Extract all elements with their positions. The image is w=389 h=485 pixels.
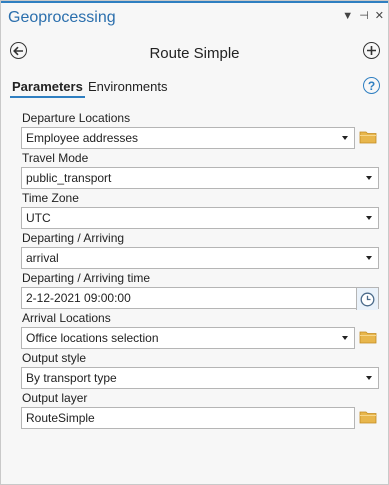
param-label: Travel Mode	[22, 151, 89, 165]
output-style-dropdown[interactable]: By transport type	[21, 367, 379, 389]
field-value: 2-12-2021 09:00:00	[26, 291, 131, 305]
pin-icon[interactable]: ⊣	[359, 9, 369, 23]
plus-icon	[367, 46, 376, 55]
pane-menu-icon[interactable]: ▼	[342, 9, 353, 23]
pane-title: Geoprocessing	[8, 9, 116, 26]
folder-icon[interactable]	[359, 410, 377, 424]
param-departing-arriving-time: Departing / Arriving time 2-12-2021 09:0…	[21, 269, 381, 310]
chevron-down-icon	[342, 336, 348, 340]
departing-arriving-dropdown[interactable]: arrival	[21, 247, 379, 269]
chevron-down-icon	[366, 216, 372, 220]
param-label: Output layer	[22, 391, 88, 405]
tool-name: Route Simple	[149, 45, 240, 62]
param-label: Arrival Locations	[22, 311, 111, 325]
tab-environments[interactable]: Environments	[88, 79, 167, 94]
param-travel-mode: Travel Mode public_transport	[21, 149, 381, 189]
field-value: UTC	[26, 211, 51, 225]
param-arrival-locations: Arrival Locations Office locations selec…	[21, 309, 381, 349]
window-controls: ▼ ⊣ ✕	[342, 9, 384, 23]
help-icon[interactable]: ?	[363, 77, 380, 94]
field-value: arrival	[26, 251, 59, 265]
param-departing-arriving: Departing / Arriving arrival	[21, 229, 381, 269]
param-time-zone: Time Zone UTC	[21, 189, 381, 229]
chevron-down-icon	[366, 256, 372, 260]
field-value: public_transport	[26, 171, 112, 185]
chevron-down-icon	[366, 376, 372, 380]
tab-bar: Parameters Environments ?	[1, 71, 388, 101]
tool-header: Route Simple	[1, 33, 388, 71]
parameters-panel: Departure Locations Employee addresses T…	[21, 109, 381, 429]
param-output-layer: Output layer RouteSimple	[21, 389, 381, 429]
clock-icon	[360, 292, 375, 306]
close-icon[interactable]: ✕	[375, 9, 384, 23]
param-label: Departing / Arriving time	[22, 271, 151, 285]
param-departure-locations: Departure Locations Employee addresses	[21, 109, 381, 149]
field-value: RouteSimple	[26, 411, 95, 425]
param-label: Time Zone	[22, 191, 79, 205]
geoprocessing-pane: Geoprocessing ▼ ⊣ ✕ Route Simple Paramet…	[0, 0, 389, 485]
tab-parameters[interactable]: Parameters	[10, 79, 85, 98]
param-output-style: Output style By transport type	[21, 349, 381, 389]
folder-icon[interactable]	[359, 130, 377, 144]
field-value: By transport type	[26, 371, 117, 385]
output-layer-input[interactable]: RouteSimple	[21, 407, 355, 429]
param-label: Output style	[22, 351, 87, 365]
param-label: Departing / Arriving	[22, 231, 125, 245]
pane-titlebar: Geoprocessing ▼ ⊣ ✕	[1, 3, 388, 33]
date-time-picker-button[interactable]	[356, 288, 378, 310]
travel-mode-dropdown[interactable]: public_transport	[21, 167, 379, 189]
time-zone-dropdown[interactable]: UTC	[21, 207, 379, 229]
departure-locations-dropdown[interactable]: Employee addresses	[21, 127, 355, 149]
add-button[interactable]	[363, 42, 380, 59]
folder-icon[interactable]	[359, 330, 377, 344]
arrival-locations-dropdown[interactable]: Office locations selection	[21, 327, 355, 349]
chevron-down-icon	[366, 176, 372, 180]
departing-arriving-time-input[interactable]: 2-12-2021 09:00:00	[21, 287, 379, 310]
chevron-down-icon	[342, 136, 348, 140]
field-value: Employee addresses	[26, 131, 139, 145]
param-label: Departure Locations	[22, 111, 131, 125]
field-value: Office locations selection	[26, 331, 159, 345]
